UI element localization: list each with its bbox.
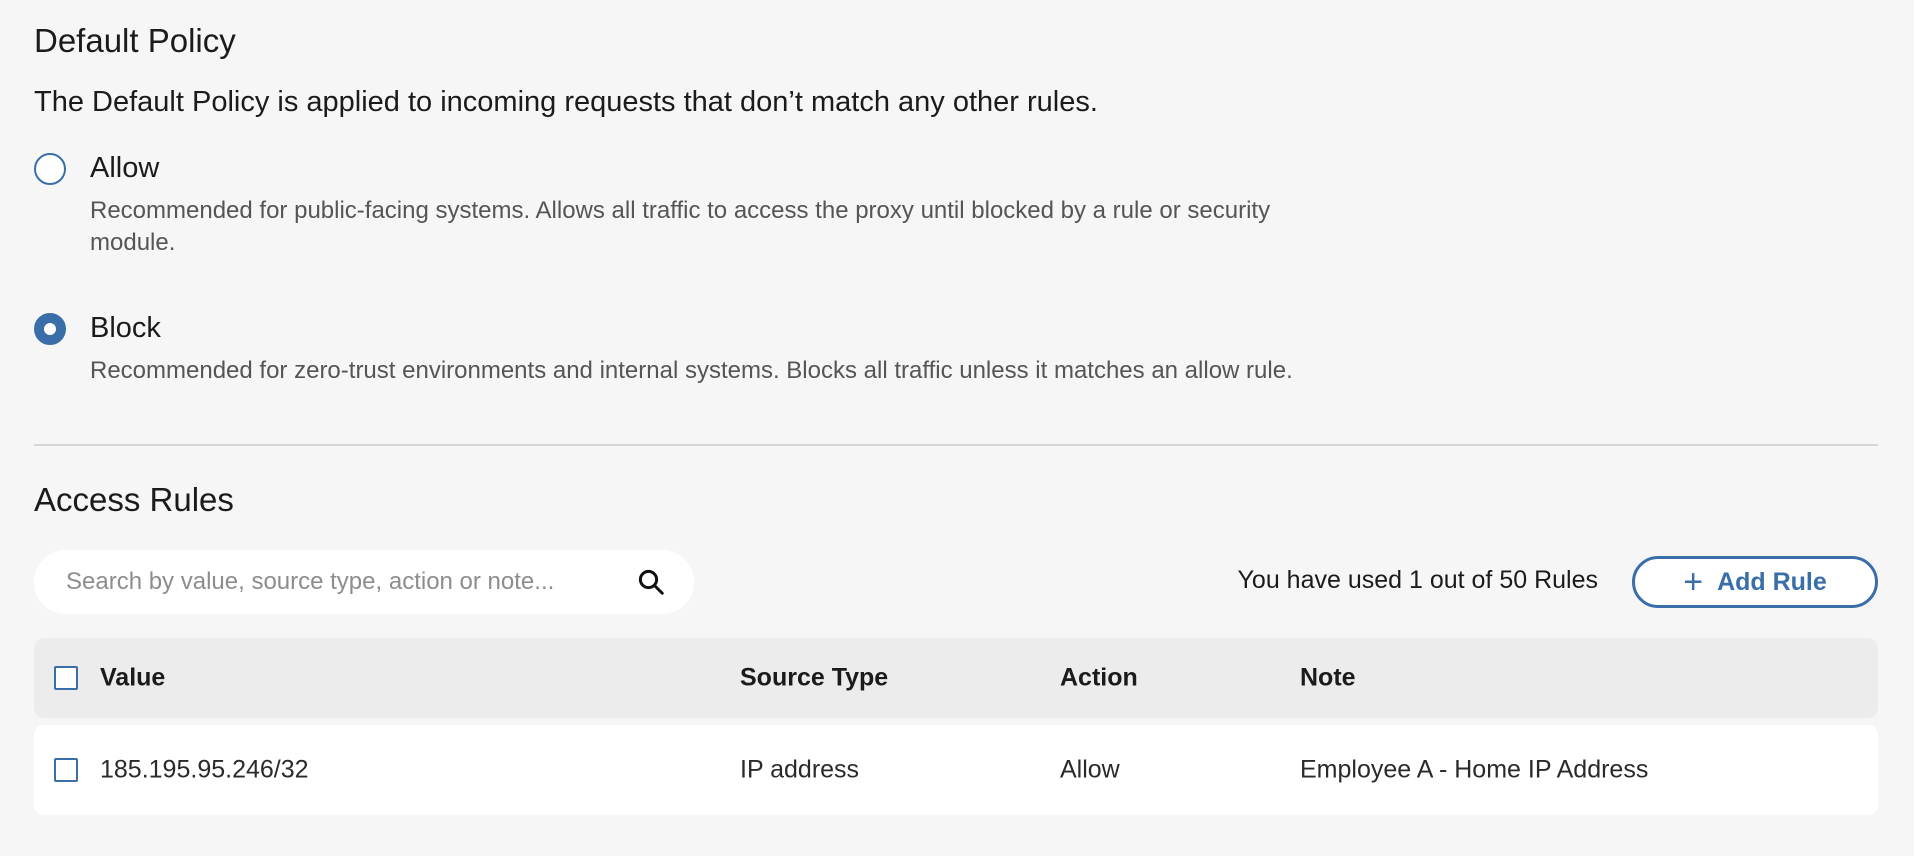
add-rule-button[interactable]: + Add Rule [1632, 556, 1878, 608]
rules-usage-text: You have used 1 out of 50 Rules [1237, 566, 1598, 594]
allow-help-text: Recommended for public-facing systems. A… [90, 197, 1271, 256]
default-policy-title: Default Policy [34, 22, 236, 59]
search-icon[interactable] [636, 567, 666, 597]
access-rules-title: Access Rules [34, 481, 234, 518]
rule-action: Allow [1060, 755, 1120, 784]
table-row[interactable]: 185.195.95.246/32 IP address Allow Emplo… [34, 725, 1878, 815]
table-header: Value Source Type Action Note [34, 638, 1878, 718]
policy-option-allow[interactable]: Allow [34, 152, 159, 185]
rule-source-type: IP address [740, 755, 860, 784]
select-all-checkbox[interactable] [54, 666, 78, 690]
row-checkbox[interactable] [54, 758, 78, 782]
column-header-action[interactable]: Action [1060, 664, 1138, 693]
search-input[interactable] [66, 568, 636, 596]
column-header-source-type[interactable]: Source Type [740, 664, 888, 693]
plus-icon: + [1683, 563, 1704, 601]
default-policy-description: The Default Policy is applied to incomin… [34, 86, 1098, 118]
rule-value: 185.195.95.246/32 [100, 755, 309, 784]
block-radio[interactable] [34, 312, 66, 345]
radio-dot [44, 322, 56, 335]
block-help-text: Recommended for zero-trust environments … [90, 357, 1293, 384]
access-rules-table: Value Source Type Action Note 185.195.95… [34, 638, 1878, 815]
section-divider [34, 444, 1878, 446]
column-header-note[interactable]: Note [1300, 664, 1356, 693]
allow-label[interactable]: Allow [90, 152, 159, 185]
policy-option-block[interactable]: Block [34, 312, 161, 345]
rules-search-bar[interactable] [34, 550, 694, 614]
block-label[interactable]: Block [90, 312, 161, 345]
add-rule-label: Add Rule [1717, 567, 1827, 596]
column-header-value[interactable]: Value [100, 664, 165, 693]
access-control-page: Default Policy The Default Policy is app… [0, 0, 1914, 856]
rule-note: Employee A - Home IP Address [1300, 755, 1649, 784]
allow-radio[interactable] [34, 152, 66, 185]
